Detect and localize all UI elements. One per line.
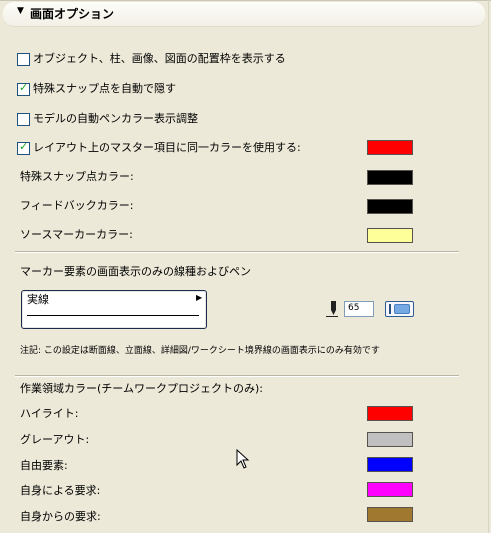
section-header[interactable]: ▼ 画面オプション bbox=[3, 2, 485, 27]
section-title: 画面オプション bbox=[30, 7, 115, 21]
feedback-color-label: フィードバックカラー: bbox=[20, 199, 134, 212]
own-request-color-swatch[interactable] bbox=[367, 482, 413, 497]
mouse-pointer-icon bbox=[236, 449, 250, 469]
linetype-preview bbox=[27, 315, 199, 316]
right-border bbox=[488, 0, 489, 533]
grayout-label: グレーアウト: bbox=[20, 433, 90, 446]
snap-color-label: 特殊スナップ点カラー: bbox=[20, 170, 134, 183]
top-border bbox=[0, 0, 491, 1]
linetype-name: 実線 bbox=[27, 293, 49, 306]
pen-icon bbox=[326, 301, 338, 317]
check-icon: ✓ bbox=[19, 81, 29, 94]
separator bbox=[15, 251, 459, 253]
source-marker-color-swatch[interactable] bbox=[367, 228, 413, 243]
highlight-label: ハイライト: bbox=[20, 407, 79, 420]
pen-picker-button[interactable] bbox=[385, 301, 414, 317]
request-from-self-label: 自身からの要求: bbox=[20, 510, 101, 523]
highlight-color-swatch[interactable] bbox=[367, 406, 413, 421]
checkbox-hide-snap[interactable]: ✓ bbox=[17, 81, 30, 96]
checkbox-auto-pen[interactable] bbox=[17, 113, 30, 126]
snap-color-swatch[interactable] bbox=[367, 170, 413, 185]
pen-picker-tick bbox=[389, 304, 391, 314]
option-label: 特殊スナップ点を自動で隠す bbox=[33, 82, 176, 95]
source-marker-color-label: ソースマーカーカラー: bbox=[20, 228, 133, 241]
grayout-color-swatch[interactable] bbox=[367, 432, 413, 447]
option-label: モデルの自動ペンカラー表示調整 bbox=[33, 112, 198, 125]
feedback-color-swatch[interactable] bbox=[367, 199, 413, 214]
linetype-popup[interactable]: 実線 ▶ bbox=[21, 290, 207, 329]
pen-number-field[interactable]: 65 bbox=[344, 301, 374, 317]
own-request-label: 自身による要求: bbox=[20, 484, 101, 497]
triangle-down-icon[interactable]: ▼ bbox=[17, 6, 24, 16]
checkbox-show-frames[interactable] bbox=[17, 53, 30, 66]
option-label: オブジェクト、柱、画像、図面の配置枠を表示する bbox=[33, 52, 286, 65]
checkbox-master-color[interactable]: ✓ bbox=[17, 140, 30, 155]
option-label: レイアウト上のマスター項目に同一カラーを使用する: bbox=[33, 141, 301, 154]
separator bbox=[15, 375, 459, 377]
triangle-right-icon: ▶ bbox=[196, 293, 203, 302]
request-from-self-color-swatch[interactable] bbox=[367, 507, 413, 522]
free-element-label: 自由要素: bbox=[20, 459, 68, 472]
check-icon: ✓ bbox=[19, 140, 29, 153]
marker-note: 注記: この設定は断面線、立面線、詳細図/ワークシート境界線の画面表示にのみ有効… bbox=[20, 346, 380, 356]
marker-title: マーカー要素の画面表示のみの線種およびペン bbox=[20, 265, 251, 278]
master-color-swatch[interactable] bbox=[367, 140, 413, 155]
workspace-title: 作業領域カラー(チームワークプロジェクトのみ): bbox=[20, 382, 263, 395]
free-element-color-swatch[interactable] bbox=[367, 457, 413, 472]
pen-color-preview bbox=[394, 304, 410, 314]
